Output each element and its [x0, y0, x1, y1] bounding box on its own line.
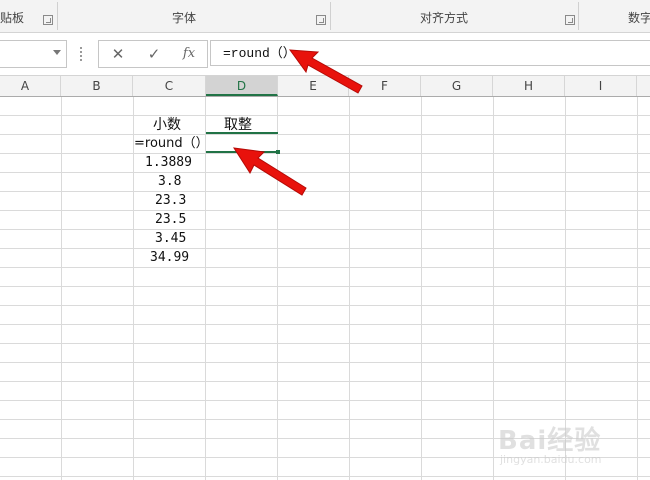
annotation-arrow-cell	[232, 147, 307, 196]
name-box-dropdown-icon[interactable]	[53, 50, 61, 55]
baidu-jingyan-watermark: Bai经验 jingyan.baidu.com	[498, 420, 648, 470]
column-header-c[interactable]: C	[133, 76, 206, 96]
ribbon-group-label-alignment: 对齐方式	[420, 11, 469, 25]
annotation-arrow-formula	[288, 49, 363, 94]
font-dialog-launcher-icon[interactable]	[316, 15, 326, 25]
ribbon-group-labels: 粘贴板 字体 对齐方式 数字	[0, 0, 650, 33]
formula-input[interactable]: =round（）	[210, 40, 650, 66]
cell-c1[interactable]: 小数	[153, 116, 181, 134]
column-header-a[interactable]: A	[0, 76, 61, 96]
cell-c5[interactable]: 23.3	[155, 192, 186, 210]
cell-c8[interactable]: 34.99	[150, 249, 189, 267]
column-header-h[interactable]: H	[493, 76, 565, 96]
column-header-i[interactable]: I	[565, 76, 637, 96]
column-header-b[interactable]: B	[61, 76, 133, 96]
ribbon-group-label-number: 数字	[628, 11, 650, 25]
enter-icon[interactable]: ✓	[141, 43, 167, 65]
cancel-icon[interactable]: ✕	[105, 43, 131, 65]
column-header-d[interactable]: D	[206, 76, 278, 96]
watermark-url: jingyan.baidu.com	[500, 453, 602, 466]
ribbon-separator	[578, 2, 579, 30]
ribbon-separator	[330, 2, 331, 30]
alignment-dialog-launcher-icon[interactable]	[565, 15, 575, 25]
cell-c4[interactable]: 3.8	[158, 173, 181, 191]
formula-bar-grip-icon	[80, 47, 82, 61]
insert-function-icon[interactable]: fx	[176, 43, 202, 65]
cell-c6[interactable]: 23.5	[155, 211, 186, 229]
cell-c7[interactable]: 3.45	[155, 230, 186, 248]
watermark-logo: Bai经验	[498, 426, 602, 456]
ribbon-group-label-clipboard: 粘贴板	[0, 11, 25, 25]
clipboard-dialog-launcher-icon[interactable]	[43, 15, 53, 25]
column-header-g[interactable]: G	[421, 76, 493, 96]
ribbon-separator	[57, 2, 58, 30]
formula-buttons: ✕ ✓ fx	[98, 40, 208, 68]
cell-d1-underline	[206, 132, 278, 134]
ribbon-group-label-font: 字体	[172, 11, 197, 25]
cell-c3[interactable]: 1.3889	[145, 154, 192, 172]
cell-c2[interactable]: =round（）	[134, 135, 209, 153]
